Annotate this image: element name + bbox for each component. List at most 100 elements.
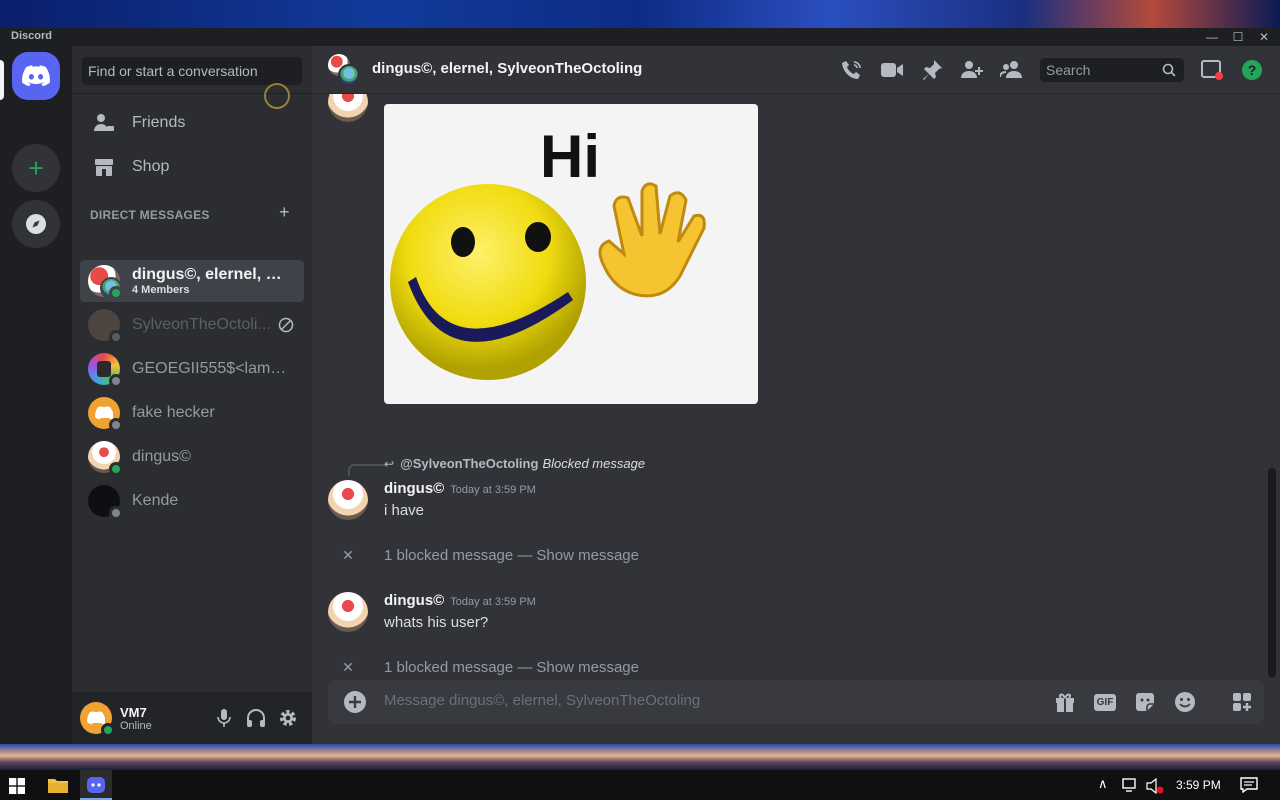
discord-window: Discord — ☐ ✕ + Find or start a conversa… bbox=[0, 28, 1280, 744]
inbox-icon[interactable] bbox=[1200, 58, 1224, 82]
taskbar-discord-button[interactable] bbox=[80, 770, 112, 800]
discord-icon bbox=[87, 777, 105, 793]
notification-center-icon[interactable] bbox=[1240, 777, 1258, 793]
create-dm-button[interactable]: + bbox=[279, 202, 290, 223]
message-timestamp: Today at 3:59 PM bbox=[450, 596, 536, 608]
explore-button[interactable] bbox=[12, 200, 60, 248]
title-bar: Discord — ☐ ✕ bbox=[0, 28, 1280, 46]
message-author[interactable]: dingus© bbox=[384, 480, 444, 497]
message-header: dingus© Today at 3:59 PM bbox=[384, 592, 536, 609]
message-avatar[interactable] bbox=[328, 94, 368, 122]
user-avatar[interactable] bbox=[80, 702, 115, 737]
settings-gear-icon[interactable] bbox=[276, 706, 300, 730]
app-title: Discord bbox=[11, 30, 52, 42]
dm-search-area: Find or start a conversation bbox=[72, 46, 312, 109]
compass-icon bbox=[26, 214, 46, 234]
desktop-wallpaper-strip bbox=[0, 744, 1280, 770]
close-icon[interactable]: ✕ bbox=[328, 547, 368, 564]
gif-button[interactable]: GIF bbox=[1092, 689, 1118, 715]
avatar bbox=[88, 353, 123, 388]
dm-name: GEOEGII555$<lambd... bbox=[132, 360, 292, 377]
group-avatar bbox=[328, 54, 360, 86]
blocked-message-row: ✕ 1 blocked message — Show message bbox=[328, 544, 1228, 566]
avatar bbox=[88, 397, 123, 432]
dm-item-sylveon[interactable]: SylveonTheOctoli... bbox=[80, 304, 304, 346]
avatar bbox=[88, 485, 123, 520]
attach-plus-icon[interactable] bbox=[342, 689, 368, 715]
chat-header: dingus©, elernel, SylveonTheOctoling Sea… bbox=[312, 46, 1280, 94]
show-message-link[interactable]: Show message bbox=[536, 547, 639, 564]
avatar bbox=[88, 265, 123, 300]
avatar bbox=[88, 309, 123, 344]
file-explorer-icon[interactable] bbox=[48, 777, 68, 793]
nav-shop[interactable]: Shop bbox=[80, 146, 304, 188]
dm-item-kende[interactable]: Kende bbox=[80, 480, 304, 522]
dm-section-header: DIRECT MESSAGES bbox=[90, 208, 210, 222]
help-icon[interactable]: ? bbox=[1240, 58, 1264, 82]
video-call-icon[interactable] bbox=[880, 58, 904, 82]
pinned-messages-icon[interactable] bbox=[920, 58, 944, 82]
dm-member-count: 4 Members bbox=[132, 284, 190, 296]
scrollbar[interactable] bbox=[1268, 468, 1276, 678]
gif-label: GIF bbox=[1093, 693, 1117, 711]
microphone-icon[interactable] bbox=[212, 706, 236, 730]
chevron-up-icon[interactable]: ∧ bbox=[1098, 776, 1108, 792]
emoji-icon[interactable] bbox=[1172, 689, 1198, 715]
nav-friends-label: Friends bbox=[132, 114, 186, 131]
reply-arrow-icon: ↩ bbox=[384, 456, 395, 471]
selection-pill bbox=[0, 60, 4, 100]
sticker-icon[interactable] bbox=[1132, 689, 1158, 715]
message-input[interactable]: Message dingus©, elernel, SylveonTheOcto… bbox=[384, 692, 700, 709]
volume-muted-icon[interactable] bbox=[1146, 778, 1164, 794]
smiley-face-icon bbox=[390, 184, 586, 380]
user-panel: VM7 Online bbox=[72, 692, 312, 744]
close-button[interactable]: ✕ bbox=[1248, 28, 1280, 46]
home-button[interactable] bbox=[12, 52, 60, 100]
headphones-icon[interactable] bbox=[244, 706, 268, 730]
add-server-button[interactable]: + bbox=[12, 144, 60, 192]
discord-logo-icon bbox=[22, 65, 50, 87]
dm-item-dingus[interactable]: dingus© bbox=[80, 436, 304, 478]
svg-text:?: ? bbox=[1248, 62, 1257, 78]
nav-shop-label: Shop bbox=[132, 158, 170, 175]
waving-hand-icon bbox=[598, 182, 706, 298]
user-status: Online bbox=[120, 719, 152, 732]
gift-icon[interactable] bbox=[1052, 689, 1078, 715]
dm-name: dingus©, elernel, Sylv... bbox=[132, 266, 292, 283]
taskbar-clock[interactable]: 3:59 PM bbox=[1176, 778, 1221, 792]
dm-item-geoegii[interactable]: GEOEGII555$<lambd... bbox=[80, 348, 304, 390]
nav-friends[interactable]: Friends bbox=[80, 102, 304, 144]
user-name: VM7 bbox=[120, 704, 147, 720]
message-avatar[interactable] bbox=[328, 480, 368, 520]
image-attachment[interactable]: Hi bbox=[384, 104, 758, 404]
shop-icon bbox=[92, 155, 116, 179]
voice-call-icon[interactable] bbox=[840, 58, 864, 82]
show-message-link[interactable]: Show message bbox=[536, 659, 639, 676]
reply-author: @SylveonTheOctoling bbox=[400, 456, 539, 471]
network-icon[interactable] bbox=[1122, 778, 1140, 792]
member-list-icon[interactable] bbox=[1000, 58, 1024, 82]
close-icon[interactable]: ✕ bbox=[328, 659, 368, 676]
message-timestamp: Today at 3:59 PM bbox=[450, 484, 536, 496]
apps-icon[interactable] bbox=[1228, 688, 1256, 716]
blocked-message-text: 1 blocked message — bbox=[384, 546, 533, 564]
add-friends-to-dm-icon[interactable] bbox=[960, 58, 984, 82]
status-offline-icon bbox=[109, 330, 123, 344]
message-author[interactable]: dingus© bbox=[384, 592, 444, 609]
reply-reference[interactable]: ↩ @SylveonTheOctoling Blocked message bbox=[384, 456, 645, 471]
dm-name: dingus© bbox=[132, 448, 191, 465]
plus-icon: + bbox=[28, 153, 44, 183]
status-online-icon bbox=[109, 462, 123, 476]
reply-connector bbox=[348, 464, 386, 476]
status-online-icon bbox=[109, 286, 123, 300]
channel-title: dingus©, elernel, SylveonTheOctoling bbox=[372, 60, 643, 77]
status-offline-icon bbox=[109, 418, 123, 432]
dm-item-group[interactable]: dingus©, elernel, Sylv... 4 Members bbox=[80, 260, 304, 302]
desktop-wallpaper bbox=[0, 0, 1280, 28]
message-content: whats his user? bbox=[384, 614, 489, 631]
status-offline-icon bbox=[109, 374, 123, 388]
dm-item-fake-hecker[interactable]: fake hecker bbox=[80, 392, 304, 434]
message-avatar[interactable] bbox=[328, 592, 368, 632]
windows-start-icon[interactable] bbox=[9, 778, 25, 794]
dm-name: fake hecker bbox=[132, 404, 215, 421]
